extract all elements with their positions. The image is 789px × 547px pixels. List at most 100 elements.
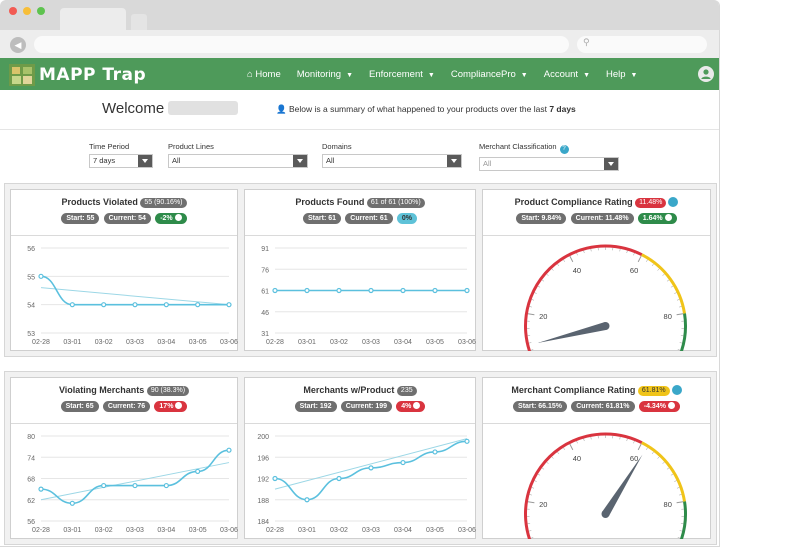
home-icon: ⌂ [247, 68, 253, 80]
x-tick-label: 03-04 [394, 527, 412, 534]
back-arrow-icon[interactable]: ◀ [10, 37, 26, 53]
data-point [304, 497, 310, 503]
data-point [163, 302, 169, 308]
y-tick-label: 46 [261, 310, 269, 317]
gauge-tick [530, 349, 534, 351]
product-lines-select[interactable]: All [168, 154, 308, 168]
data-point [101, 482, 107, 489]
x-tick-label: 03-01 [63, 339, 81, 346]
product-compliance-gauge: 020406080100 [524, 244, 687, 384]
minimize-window-icon[interactable] [23, 7, 31, 15]
change-badge: -4.34% [638, 401, 680, 412]
x-tick-label: 03-03 [126, 339, 144, 346]
chevron-down-icon [604, 158, 618, 170]
data-point [272, 475, 278, 482]
gauge-tick-label: 80 [664, 500, 672, 509]
change-badge: 1.64% [637, 213, 677, 224]
y-tick-label: 55 [27, 274, 35, 281]
maximize-window-icon[interactable] [37, 7, 45, 15]
products-violated-chart: 53 54 55 56 02-28 03-01 03-02 03-03 03-04 03-05 03… [27, 246, 238, 346]
gauge-tick [637, 443, 642, 451]
y-tick-label: 184 [257, 519, 269, 526]
browser-search-input[interactable]: ⚲ [577, 36, 707, 53]
domains-select[interactable]: All [322, 154, 462, 168]
nav-home[interactable]: ⌂ Home [247, 69, 281, 80]
start-badge: Start: 55 [61, 213, 100, 224]
series-line [40, 449, 230, 505]
gauge-tick [541, 467, 545, 470]
gauge-tick [531, 299, 535, 301]
x-tick-label: 03-01 [298, 339, 316, 346]
gauge-tick-label: 60 [630, 266, 638, 275]
y-tick-label: 68 [27, 477, 35, 484]
time-period-select[interactable]: 7 days [89, 154, 153, 168]
arrow-down-icon [667, 402, 675, 409]
gauge-tick [546, 273, 549, 276]
user-small-icon: 👤 [276, 104, 287, 114]
gauge-tick [527, 313, 535, 316]
current-badge: Current: 61 [345, 213, 393, 224]
brand-logo[interactable]: MAPP Trap [8, 62, 146, 88]
new-tab-button[interactable] [131, 14, 147, 30]
caret-down-icon: ▼ [427, 71, 435, 79]
trend-line [274, 438, 468, 490]
gauge-tick [546, 461, 549, 464]
x-tick-label: 03-02 [330, 527, 348, 534]
gauge-tick [676, 313, 684, 316]
x-tick-label: 03-03 [362, 339, 380, 346]
products-found-chart: 31 46 61 76 91 02-28 03-01 03-02 03-03 03-04 03-05… [261, 246, 476, 346]
help-icon[interactable] [671, 385, 682, 395]
gauge-tick [569, 443, 574, 451]
merchants-with-product-chart: 184 188 192 196 200 02-28 03-01 03-02 03-03 03-04… [257, 434, 476, 534]
caret-down-icon: ▼ [630, 71, 638, 79]
gauge-tick [537, 285, 541, 288]
gauge-tick [531, 487, 535, 489]
card-violating-merchants: Violating Merchants 90 (38.3%) Start: 65… [10, 377, 238, 539]
data-point [38, 486, 44, 492]
gauge-tick [676, 487, 680, 489]
brand-name: MAPP Trap [39, 65, 147, 85]
x-tick-label: 03-04 [394, 339, 412, 346]
series-line [274, 440, 468, 501]
gauge-tick [626, 438, 628, 442]
x-tick-label: 03-03 [362, 527, 380, 534]
user-icon [701, 69, 711, 79]
main-navbar: MAPP Trap ⌂ Home Monitoring ▼ Enforcement… [0, 58, 719, 90]
x-tick-label: 02-28 [266, 527, 284, 534]
browser-titlebar [0, 0, 719, 30]
gauge-tick [530, 537, 534, 539]
address-bar[interactable] [34, 36, 569, 53]
nav-account[interactable]: Account ▼ [544, 69, 590, 80]
gauge-needle [537, 322, 607, 343]
start-badge: Start: 65 [60, 401, 99, 412]
nav-enforcement[interactable]: Enforcement ▼ [369, 69, 435, 80]
y-tick-label: 188 [257, 498, 269, 505]
close-window-icon[interactable] [9, 7, 17, 15]
start-badge: Start: 192 [294, 401, 337, 412]
nav-help[interactable]: Help ▼ [606, 69, 637, 80]
x-tick-label: 03-01 [298, 527, 316, 534]
data-point [464, 287, 470, 294]
gauge-tick [676, 501, 684, 504]
y-tick-label: 76 [261, 267, 269, 274]
current-badge: Current: 61.81% [571, 401, 635, 412]
gauge-tick [557, 451, 560, 455]
filter-product-lines: Product Lines All [168, 142, 308, 168]
nav-compliancepro[interactable]: CompliancePro ▼ [451, 69, 528, 80]
gauge-tick [633, 440, 635, 444]
nav-monitoring[interactable]: Monitoring ▼ [297, 69, 353, 80]
gauge-tick [527, 501, 535, 504]
violating-merchants-chart: 56 62 68 74 80 02-28 03-01 03-02 03-03 03-04 03-05… [27, 434, 238, 534]
y-tick-label: 91 [261, 246, 269, 253]
gauge-tick [576, 440, 578, 444]
change-badge: 4% [396, 401, 426, 412]
gauge-tick [679, 494, 682, 496]
gauge-tick [534, 292, 537, 294]
help-icon[interactable]: ? [559, 145, 569, 154]
help-icon[interactable] [668, 197, 679, 207]
x-tick-label: 02-28 [32, 527, 50, 534]
browser-tab[interactable] [60, 8, 126, 30]
merchant-classification-select[interactable]: All [479, 157, 619, 171]
user-avatar-button[interactable] [698, 66, 714, 82]
y-tick-label: 53 [27, 331, 35, 338]
